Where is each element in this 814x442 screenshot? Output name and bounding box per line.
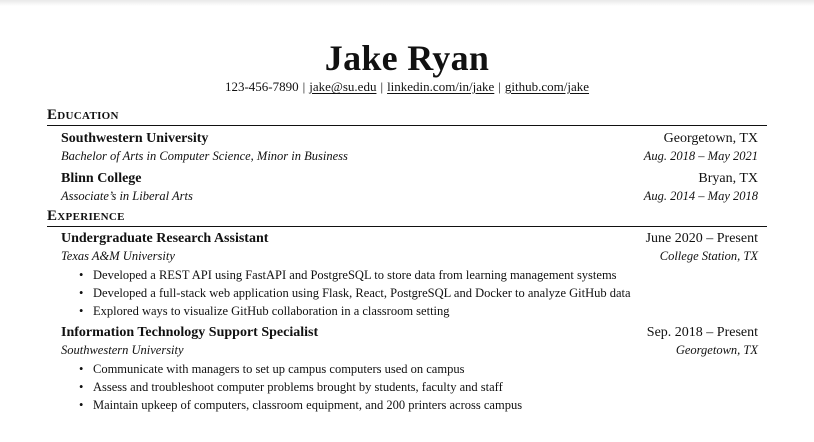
- contact-separator: |: [498, 79, 501, 94]
- email-link[interactable]: jake@su.edu: [309, 79, 376, 94]
- experience-entry: Information Technology Support Specialis…: [47, 324, 767, 414]
- school-name: Southwestern University: [61, 131, 209, 146]
- job-bullet: Maintain upkeep of computers, classroom …: [79, 396, 758, 414]
- employer: Southwestern University: [61, 343, 184, 357]
- degree: Bachelor of Arts in Computer Science, Mi…: [61, 149, 348, 163]
- candidate-name: Jake Ryan: [324, 38, 490, 78]
- employer: Texas A&M University: [61, 249, 175, 263]
- education-dates: Aug. 2018 – May 2021: [643, 149, 758, 163]
- contact-separator: |: [380, 79, 384, 94]
- job-title: Information Technology Support Specialis…: [61, 325, 319, 340]
- contact-separator: |: [302, 79, 306, 94]
- school-location: Bryan, TX: [698, 171, 758, 186]
- school-name: Blinn College: [61, 171, 142, 186]
- github-link[interactable]: github.com/jake: [505, 79, 589, 94]
- degree: Associate’s in Liberal Arts: [61, 189, 193, 203]
- contact-line: 123-456-7890 | jake@su.edu | linkedin.com/in…: [47, 79, 767, 95]
- job-location: Georgetown, TX: [675, 343, 758, 357]
- job-bullet: Explored ways to visualize GitHub collab…: [79, 302, 758, 320]
- education-entry: Blinn College Bryan, TX Associate’s in L…: [47, 170, 767, 204]
- linkedin-link[interactable]: linkedin.com/in/jake: [387, 79, 494, 94]
- job-bullet: Assess and troubleshoot computer problem…: [79, 378, 758, 396]
- education-heading: Education: [47, 107, 767, 126]
- job-bullet-list: Developed a REST API using FastAPI and P…: [61, 266, 758, 320]
- education-dates: Aug. 2014 – May 2018: [643, 189, 758, 203]
- job-bullet: Communicate with managers to set up camp…: [79, 360, 758, 378]
- resume-page: Jake Ryan 123-456-7890 | jake@su.edu | linke…: [47, 38, 767, 414]
- experience-entry: Undergraduate Research Assistant June 20…: [47, 230, 767, 320]
- job-dates: June 2020 – Present: [645, 231, 758, 246]
- education-entry: Southwestern University Georgetown, TX B…: [47, 130, 767, 164]
- phone-number: 123-456-7890: [224, 79, 299, 94]
- job-location: College Station, TX: [659, 249, 758, 263]
- school-location: Georgetown, TX: [663, 131, 758, 146]
- job-bullet: Developed a REST API using FastAPI and P…: [79, 266, 758, 284]
- experience-heading: Experience: [47, 208, 767, 227]
- job-bullet: Developed a full-stack web application u…: [79, 284, 758, 302]
- job-title: Undergraduate Research Assistant: [61, 231, 269, 246]
- job-bullet-list: Communicate with managers to set up camp…: [61, 360, 758, 414]
- job-dates: Sep. 2018 – Present: [646, 325, 758, 340]
- viewer-top-shadow: [0, 0, 814, 6]
